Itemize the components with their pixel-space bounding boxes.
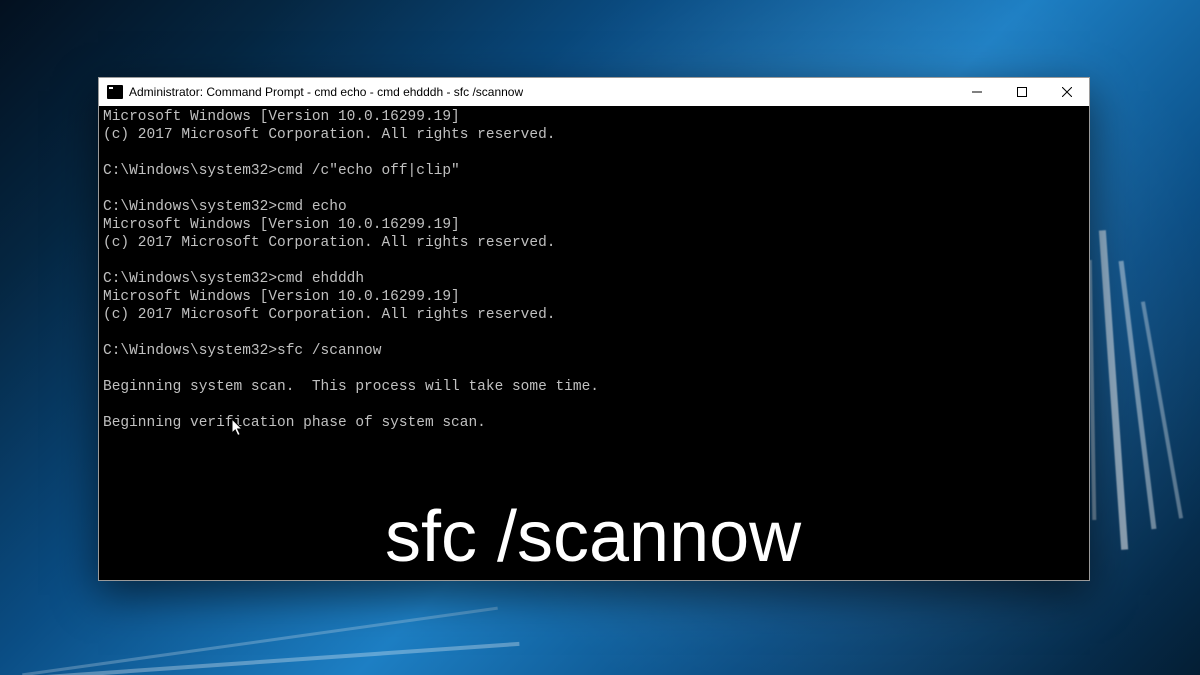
cmd-icon (107, 85, 123, 99)
caption-overlay: sfc /scannow (385, 496, 801, 578)
minimize-button[interactable] (954, 78, 999, 106)
maximize-button[interactable] (999, 78, 1044, 106)
light-beam (1119, 261, 1157, 530)
close-button[interactable] (1044, 78, 1089, 106)
desktop-background: Administrator: Command Prompt - cmd echo… (0, 0, 1200, 675)
light-beam (0, 642, 519, 675)
light-beam (22, 607, 498, 675)
window-title: Administrator: Command Prompt - cmd echo… (129, 85, 523, 99)
titlebar[interactable]: Administrator: Command Prompt - cmd echo… (99, 78, 1089, 106)
window-controls (954, 78, 1089, 106)
